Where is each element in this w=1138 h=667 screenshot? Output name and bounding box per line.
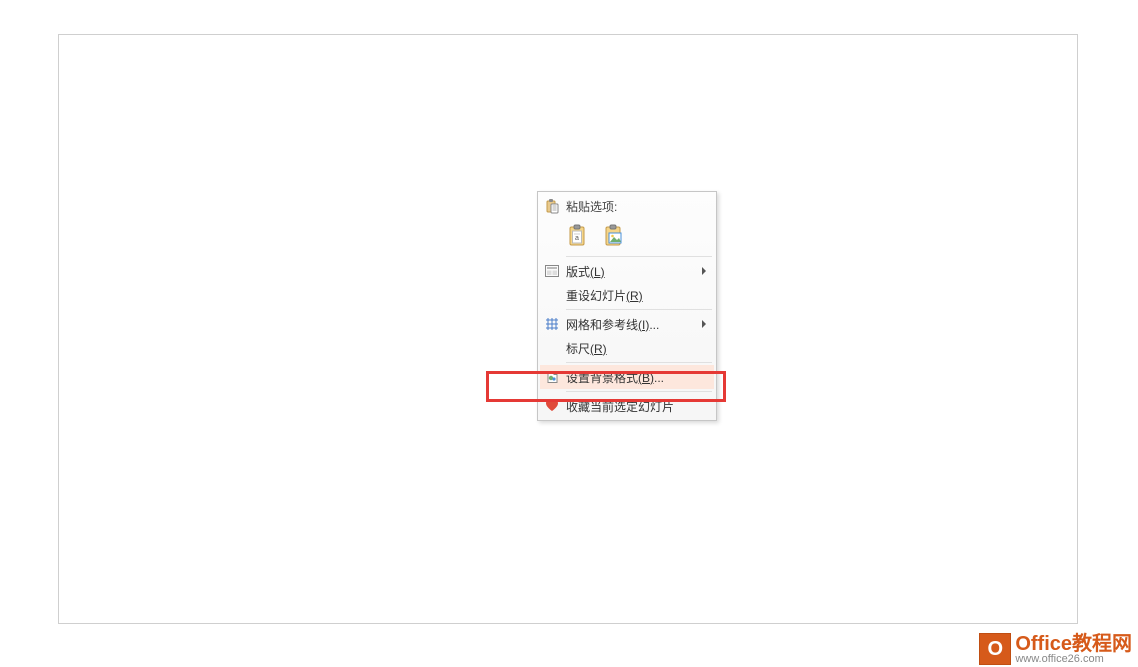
context-menu: 粘贴选项: a: [537, 191, 717, 421]
reset-slide-label: 重设幻灯片(R): [566, 287, 643, 304]
layout-label: 版式(L): [566, 263, 605, 280]
format-background-label: 设置背景格式(B)...: [566, 369, 664, 386]
svg-text:a: a: [575, 235, 579, 242]
menu-separator: [566, 309, 712, 310]
reset-slide-menu-item[interactable]: 重设幻灯片(R): [540, 283, 714, 307]
menu-separator: [566, 391, 712, 392]
heart-icon: [544, 398, 560, 414]
format-background-icon: [544, 369, 560, 385]
watermark: O Office教程网 www.office26.com: [979, 633, 1132, 665]
watermark-logo-icon: O: [979, 633, 1011, 665]
ruler-menu-item[interactable]: 标尺(R): [540, 336, 714, 360]
grid-guides-label: 网格和参考线(I)...: [566, 316, 659, 333]
watermark-title: Office教程网: [1015, 634, 1132, 654]
paste-as-picture-button[interactable]: [602, 223, 628, 249]
layout-menu-item[interactable]: 版式(L): [540, 259, 714, 283]
ruler-label: 标尺(R): [566, 340, 607, 357]
paste-options-header: 粘贴选项:: [540, 194, 714, 218]
menu-separator: [566, 256, 712, 257]
paste-keep-formatting-button[interactable]: a: [566, 223, 592, 249]
watermark-url: www.office26.com: [1015, 654, 1132, 665]
grid-guides-menu-item[interactable]: 网格和参考线(I)...: [540, 312, 714, 336]
paste-icon: [544, 198, 560, 214]
watermark-logo-letter: O: [988, 638, 1004, 661]
favorite-slide-menu-item[interactable]: 收藏当前选定幻灯片: [540, 394, 714, 418]
paste-options-label: 粘贴选项:: [566, 198, 617, 215]
clipboard-picture-icon: [604, 224, 626, 248]
clipboard-text-icon: a: [568, 224, 590, 248]
layout-icon: [544, 263, 560, 279]
submenu-arrow-icon: [702, 267, 706, 275]
menu-separator: [566, 362, 712, 363]
paste-options-row: a: [540, 218, 714, 254]
submenu-arrow-icon: [702, 320, 706, 328]
favorite-slide-label: 收藏当前选定幻灯片: [566, 398, 674, 415]
format-background-menu-item[interactable]: 设置背景格式(B)...: [540, 365, 714, 389]
grid-icon: [544, 316, 560, 332]
